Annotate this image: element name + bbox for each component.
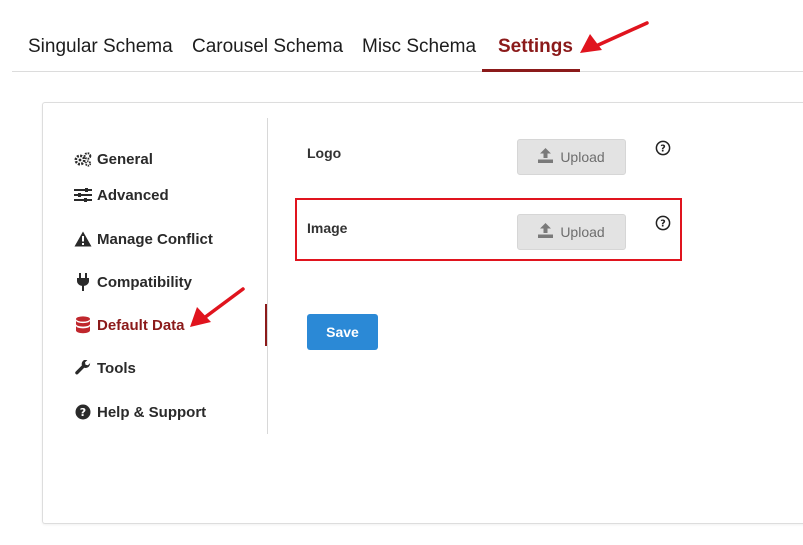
- save-button[interactable]: Save: [307, 314, 378, 350]
- tab-bar: Singular Schema Carousel Schema Misc Sch…: [12, 22, 803, 72]
- tab-misc-schema[interactable]: Misc Schema: [362, 36, 476, 58]
- tab-carousel-schema[interactable]: Carousel Schema: [192, 36, 343, 58]
- cogs-icon: [73, 150, 93, 168]
- upload-button-label: Upload: [560, 149, 605, 165]
- image-label: Image: [307, 220, 348, 236]
- svg-text:?: ?: [660, 219, 666, 230]
- wrench-icon: [73, 359, 93, 377]
- sidebar-item-compatibility[interactable]: Compatibility: [73, 270, 192, 294]
- settings-sidebar: General Advanced Manage Conflict Compati…: [42, 118, 268, 434]
- plug-icon: [73, 273, 93, 291]
- active-tab-indicator: [482, 69, 580, 72]
- sidebar-item-label: Compatibility: [97, 273, 193, 291]
- logo-help-icon[interactable]: ?: [655, 140, 671, 156]
- logo-label: Logo: [307, 145, 342, 161]
- sidebar-item-label: Default Data: [97, 316, 185, 334]
- upload-icon: [538, 223, 554, 241]
- image-help-icon[interactable]: ?: [655, 215, 671, 231]
- sidebar-item-label: Help & Support: [97, 403, 207, 421]
- sidebar-item-general[interactable]: General: [73, 147, 153, 171]
- upload-button-label: Upload: [560, 224, 605, 240]
- logo-upload-button[interactable]: Upload: [517, 139, 626, 175]
- sidebar-item-label: Manage Conflict: [97, 230, 213, 248]
- question-circle-icon: ?: [73, 403, 93, 421]
- image-upload-button[interactable]: Upload: [517, 214, 626, 250]
- svg-text:?: ?: [80, 406, 86, 419]
- sidebar-item-manage-conflict[interactable]: Manage Conflict: [73, 227, 213, 251]
- warning-icon: [73, 230, 93, 248]
- sliders-icon: [73, 186, 93, 204]
- svg-text:?: ?: [660, 144, 666, 155]
- sidebar-item-tools[interactable]: Tools: [73, 356, 136, 380]
- sidebar-item-default-data[interactable]: Default Data: [73, 313, 185, 337]
- active-menu-indicator: [265, 304, 267, 346]
- database-icon: [73, 316, 93, 334]
- sidebar-item-label: Tools: [97, 359, 136, 377]
- tab-singular-schema[interactable]: Singular Schema: [28, 36, 173, 58]
- tab-settings[interactable]: Settings: [498, 36, 573, 58]
- sidebar-item-label: General: [97, 150, 153, 168]
- sidebar-item-help-support[interactable]: ? Help & Support: [73, 400, 206, 424]
- sidebar-item-advanced[interactable]: Advanced: [73, 183, 169, 207]
- sidebar-item-label: Advanced: [97, 186, 169, 204]
- upload-icon: [538, 148, 554, 166]
